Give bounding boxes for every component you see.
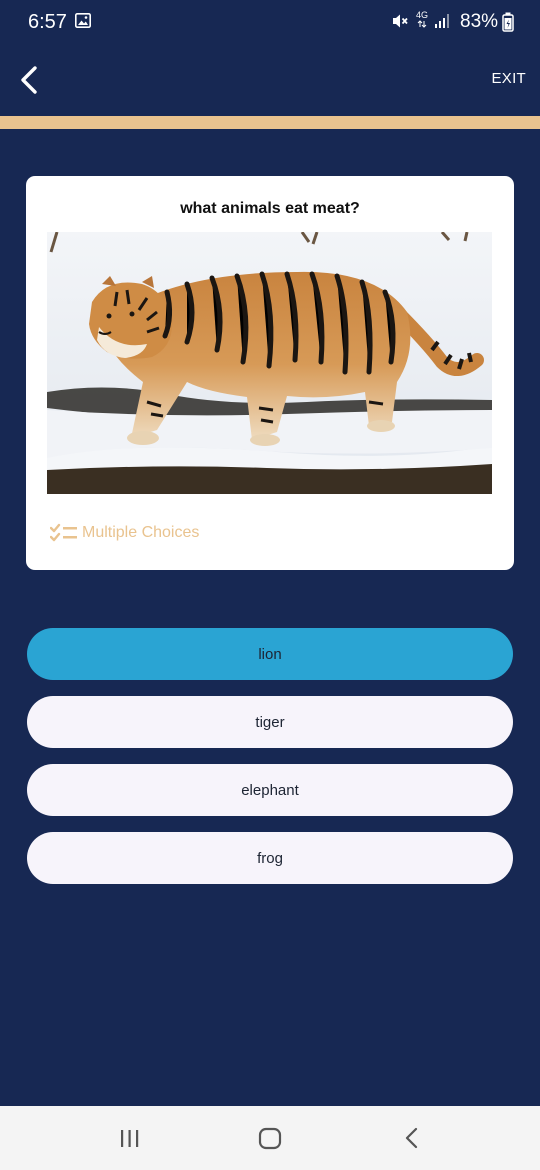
home-icon xyxy=(258,1127,282,1150)
network-type: 4G xyxy=(416,11,428,30)
network-type-label: 4G xyxy=(416,10,429,20)
recent-apps-button[interactable] xyxy=(118,1124,142,1157)
status-bar: 6:57 4G 83% xyxy=(0,0,540,46)
back-button[interactable] xyxy=(12,60,48,100)
mute-icon xyxy=(391,12,409,35)
answer-option[interactable]: elephant xyxy=(27,764,513,816)
gallery-icon xyxy=(75,13,91,33)
question-type: Multiple Choices xyxy=(50,522,199,544)
question-card: what animals eat meat? Multiple Choices xyxy=(26,176,514,570)
checklist-icon xyxy=(50,523,77,542)
question-image xyxy=(47,232,492,494)
question-type-label: Multiple Choices xyxy=(82,524,200,541)
battery-percent: 83% xyxy=(460,11,499,32)
data-arrows-icon xyxy=(417,20,427,28)
recent-apps-icon xyxy=(121,1130,139,1147)
answer-option-selected[interactable]: lion xyxy=(27,628,513,680)
accent-strip xyxy=(0,116,540,129)
question-text: what animals eat meat? xyxy=(180,200,360,217)
signal-icon xyxy=(434,13,452,34)
tiger-image xyxy=(47,232,492,494)
answer-option[interactable]: frog xyxy=(27,832,513,884)
chevron-left-icon xyxy=(21,66,37,94)
battery-charging-icon xyxy=(502,12,514,37)
system-back-button[interactable] xyxy=(398,1124,426,1157)
back-icon xyxy=(405,1127,418,1149)
answer-option[interactable]: tiger xyxy=(27,696,513,748)
status-time: 6:57 xyxy=(28,11,67,33)
exit-button[interactable]: EXIT xyxy=(491,70,526,87)
app-bar: EXIT xyxy=(0,46,540,116)
quiz-screen: 6:57 4G 83% EXIT what animals eat meat? … xyxy=(0,0,540,1170)
home-button[interactable] xyxy=(256,1124,284,1157)
system-nav-bar xyxy=(0,1106,540,1170)
